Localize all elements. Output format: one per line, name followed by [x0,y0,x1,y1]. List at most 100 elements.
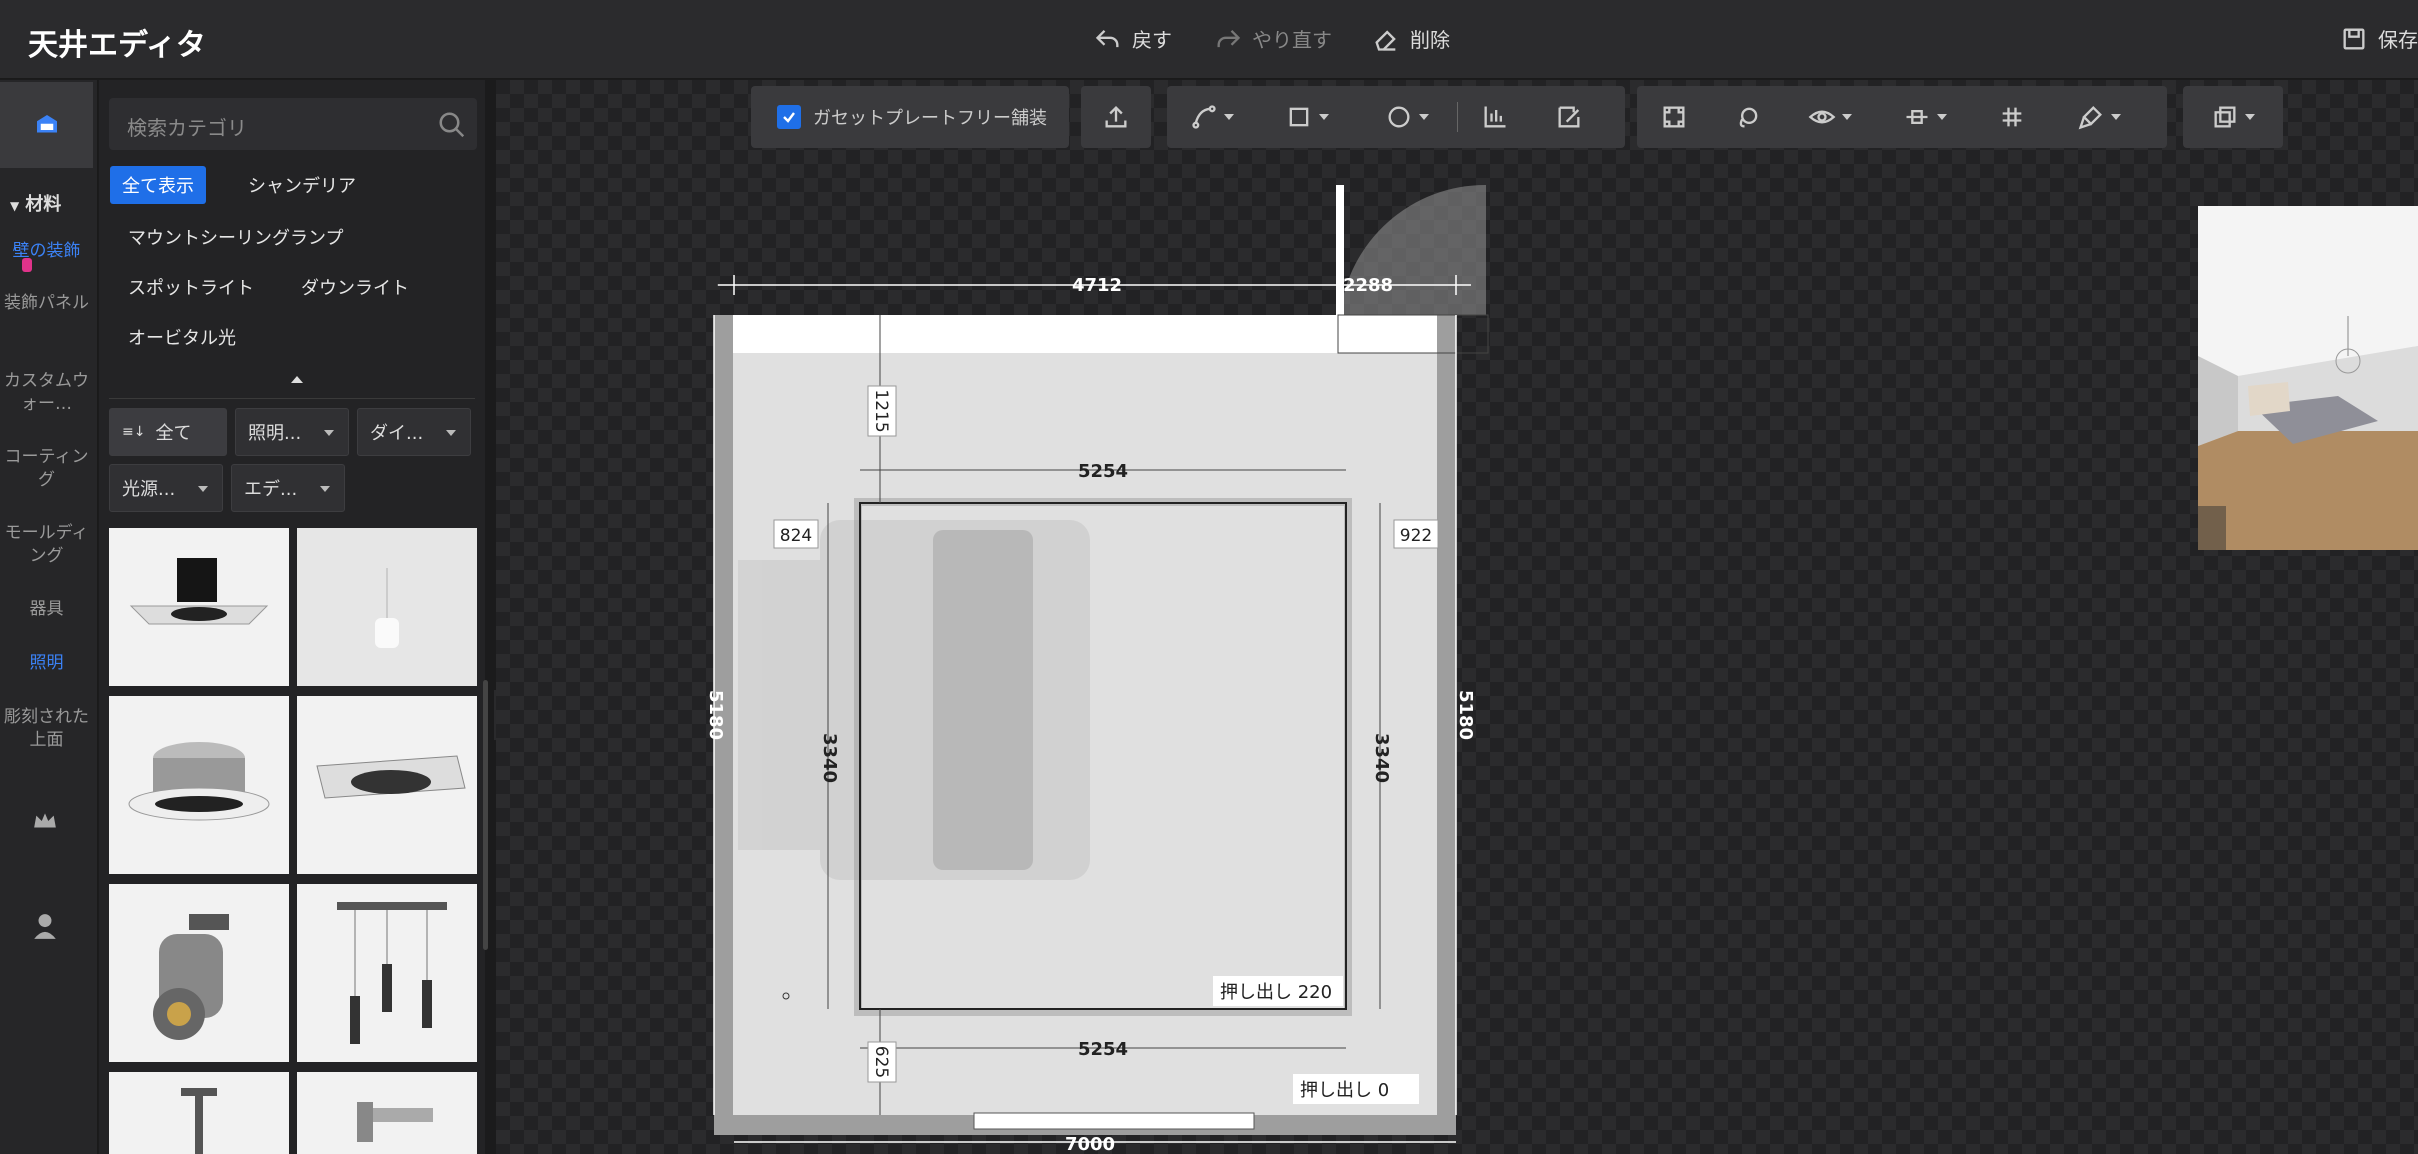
search-input[interactable]: 検索カテゴリ [127,112,247,141]
rail-item-carved-top[interactable]: 彫刻された上面 [0,706,93,752]
dropdown-caret-icon [198,486,208,492]
dim-inner-left[interactable]: 3340 [819,733,840,783]
rail-item-molding[interactable]: モールディング [0,522,93,568]
extrude-inner-label: 押し出し 220 [1220,982,1332,1003]
filter-all[interactable]: ≡↓ 全て [109,408,227,456]
search-box[interactable]: 検索カテゴリ [109,98,477,150]
dim-left-height[interactable]: 5180 [705,690,726,740]
product-thumbnail-recessed-light[interactable] [109,528,289,686]
dim-offset-right[interactable]: 922 [1400,526,1432,546]
bed[interactable] [738,520,1090,880]
3d-preview[interactable] [2198,206,2418,550]
dropdown-caret-icon [320,486,330,492]
checkbox-checked-icon[interactable] [777,105,801,129]
caret-down-icon: ▼ [10,199,20,213]
delete-button[interactable]: 削除 [1372,24,1450,53]
eraser-icon [1375,29,1396,51]
dim-inner-right[interactable]: 3340 [1371,733,1392,783]
rail-item-decorative-panel[interactable]: 装飾パネル [0,292,93,315]
paint-button[interactable] [2049,86,2149,148]
dim-top-right[interactable]: 2288 [1343,275,1393,296]
materials-tab[interactable] [0,82,93,168]
product-thumbnail-spotlight[interactable] [109,884,289,1062]
filter-die[interactable]: ダイ... [357,408,471,456]
dim-top-left[interactable]: 4712 [1072,275,1122,296]
circle-icon [1388,106,1410,128]
align-center-icon [1906,110,1928,124]
dim-offset-top[interactable]: 1215 [871,389,891,432]
lasso-tool-button[interactable] [1711,86,1785,148]
search-icon[interactable] [437,110,467,140]
grid-hash-icon [2002,107,2022,127]
dim-total-width[interactable]: 7000 [1065,1134,1115,1154]
paint-brush-icon [2078,106,2102,130]
category-panel: 検索カテゴリ 全て表示 シャンデリア マウントシーリングランプ スポットライト … [99,80,488,1154]
axis-tool-button[interactable] [1458,86,1532,148]
visibility-button[interactable] [1785,86,1875,148]
dim-offset-bottom[interactable]: 625 [871,1046,891,1078]
rect-tool-button[interactable] [1257,86,1357,148]
circle-tool-button[interactable] [1357,86,1457,148]
rail-item-coating[interactable]: コーティング [0,446,93,492]
lasso-icon [1739,107,1758,128]
rail-item-fixtures[interactable]: 器具 [0,598,93,621]
product-thumbnail-square-downlight[interactable] [297,696,477,874]
layers-button[interactable] [2183,86,2283,148]
upload-icon [1105,106,1127,128]
frame-tool-button[interactable] [1637,86,1711,148]
category-orbital-light[interactable]: オービタル光 [116,318,248,356]
edit-shape-button[interactable] [1532,86,1606,148]
save-button[interactable]: 保存 [2340,24,2418,53]
dim-offset-left[interactable]: 824 [780,526,812,546]
category-mount-ceiling-lamp[interactable]: マウントシーリングランプ [116,218,355,256]
eye-icon [1808,110,1836,124]
product-thumbnail-downlight[interactable] [109,696,289,874]
redo-button[interactable]: やり直す [1214,24,1332,53]
top-bar: 天井エディタ 戻す やり直す 削除 保存 [0,0,2418,79]
dropdown-caret-icon [446,430,456,436]
dim-inner-top[interactable]: 5254 [1078,461,1128,482]
export-button[interactable] [1081,86,1151,148]
pen-path-icon [1192,105,1216,129]
path-tool-button[interactable] [1167,86,1257,148]
sort-icon: ≡↓ [122,424,146,440]
grid-button[interactable] [1975,86,2049,148]
save-icon [2343,28,2365,49]
left-rail: ▼ 材料 壁の装飾 装飾パネル カスタムウォー… コーティング モールディング 器… [0,80,98,1154]
rail-item-lighting[interactable]: 照明 [0,652,93,675]
resize-corner-icon[interactable] [2198,506,2226,550]
category-downlight[interactable]: ダウンライト [289,268,421,306]
gusset-toggle[interactable]: ガセットプレートフリー舗装 [751,86,1069,148]
filter-lighting[interactable]: 照明... [235,408,349,456]
copy-layers-icon [2214,106,2236,128]
category-spotlight[interactable]: スポットライト [116,268,266,306]
materials-section[interactable]: ▼ 材料 [10,190,61,216]
category-chandelier[interactable]: シャンデリア [236,166,368,204]
window [973,1112,1255,1130]
view-tools-group [1637,86,2167,148]
filter-edge[interactable]: エデ... [231,464,345,512]
dim-right-height[interactable]: 5180 [1455,690,1476,740]
extrude-outer-label: 押し出し 0 [1300,1080,1389,1101]
rail-item-custom-wall[interactable]: カスタムウォー… [0,370,93,416]
crown-icon[interactable] [32,810,58,836]
category-all[interactable]: 全て表示 [110,166,206,204]
panel-divider [109,398,475,399]
frame-icon [1663,106,1685,128]
product-thumbnail-pendant-bulb[interactable] [297,528,477,686]
dropdown-caret-icon [324,430,334,436]
filter-light-source[interactable]: 光源... [109,464,223,512]
door-leaf [1336,185,1344,320]
undo-button[interactable]: 戻す [1094,24,1172,53]
product-thumbnail-wall-light[interactable] [297,1072,477,1154]
user-icon[interactable] [32,912,58,944]
product-thumbnail-linear-pendant[interactable] [297,884,477,1062]
ceiling-plan[interactable]: 4712 2288 5254 5254 7000 3340 3340 5180 … [680,180,1880,1154]
edit-square-icon [1558,106,1580,128]
rail-item-wall-decoration[interactable]: 壁の装飾 [0,240,93,272]
collapse-categories-icon[interactable] [291,376,303,383]
panel-scrollbar[interactable] [483,680,488,950]
product-thumbnail-track-light[interactable] [109,1072,289,1154]
align-button[interactable] [1875,86,1975,148]
dim-inner-bottom[interactable]: 5254 [1078,1039,1128,1060]
